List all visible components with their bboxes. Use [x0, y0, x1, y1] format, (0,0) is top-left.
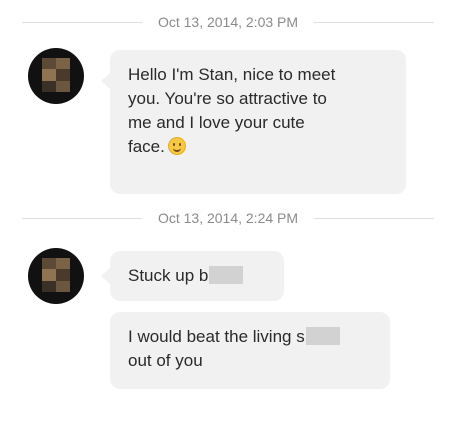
- message-line: face.: [128, 135, 390, 159]
- message-line: me and I love your cute: [128, 113, 305, 132]
- divider-line: [314, 21, 434, 23]
- censor-block: [209, 266, 244, 284]
- message-text: Stuck up b: [128, 266, 209, 285]
- message-line: I would beat the living s: [128, 325, 374, 349]
- timestamp: Oct 13, 2014, 2:03 PM: [157, 14, 299, 30]
- timestamp: Oct 13, 2014, 2:24 PM: [157, 210, 299, 226]
- message-bubble[interactable]: Hello I'm Stan, nice to meet you. You're…: [101, 50, 406, 194]
- message-line: Stuck up b: [128, 264, 268, 288]
- bubble-tail: [101, 72, 111, 90]
- message-bubble[interactable]: I would beat the living s out of you: [110, 312, 390, 389]
- timestamp-divider: Oct 13, 2014, 2:03 PM: [22, 12, 434, 32]
- divider-line: [314, 217, 434, 219]
- message-line: Hello I'm Stan, nice to meet: [128, 65, 336, 84]
- censor-block: [305, 327, 340, 345]
- bubble-tail: [101, 267, 111, 285]
- message-line: you. You're so attractive to: [128, 89, 327, 108]
- avatar[interactable]: [28, 248, 84, 304]
- message-line: out of you: [128, 351, 203, 370]
- divider-line: [22, 217, 142, 219]
- pixelated-face: [42, 258, 70, 292]
- message-text: face.: [128, 137, 165, 156]
- pixelated-face: [42, 58, 70, 92]
- divider-line: [22, 21, 142, 23]
- message-text: I would beat the living s: [128, 327, 305, 346]
- smiley-icon: [167, 137, 186, 155]
- avatar[interactable]: [28, 48, 84, 104]
- timestamp-divider: Oct 13, 2014, 2:24 PM: [22, 208, 434, 228]
- message-bubble[interactable]: Stuck up b: [101, 251, 284, 301]
